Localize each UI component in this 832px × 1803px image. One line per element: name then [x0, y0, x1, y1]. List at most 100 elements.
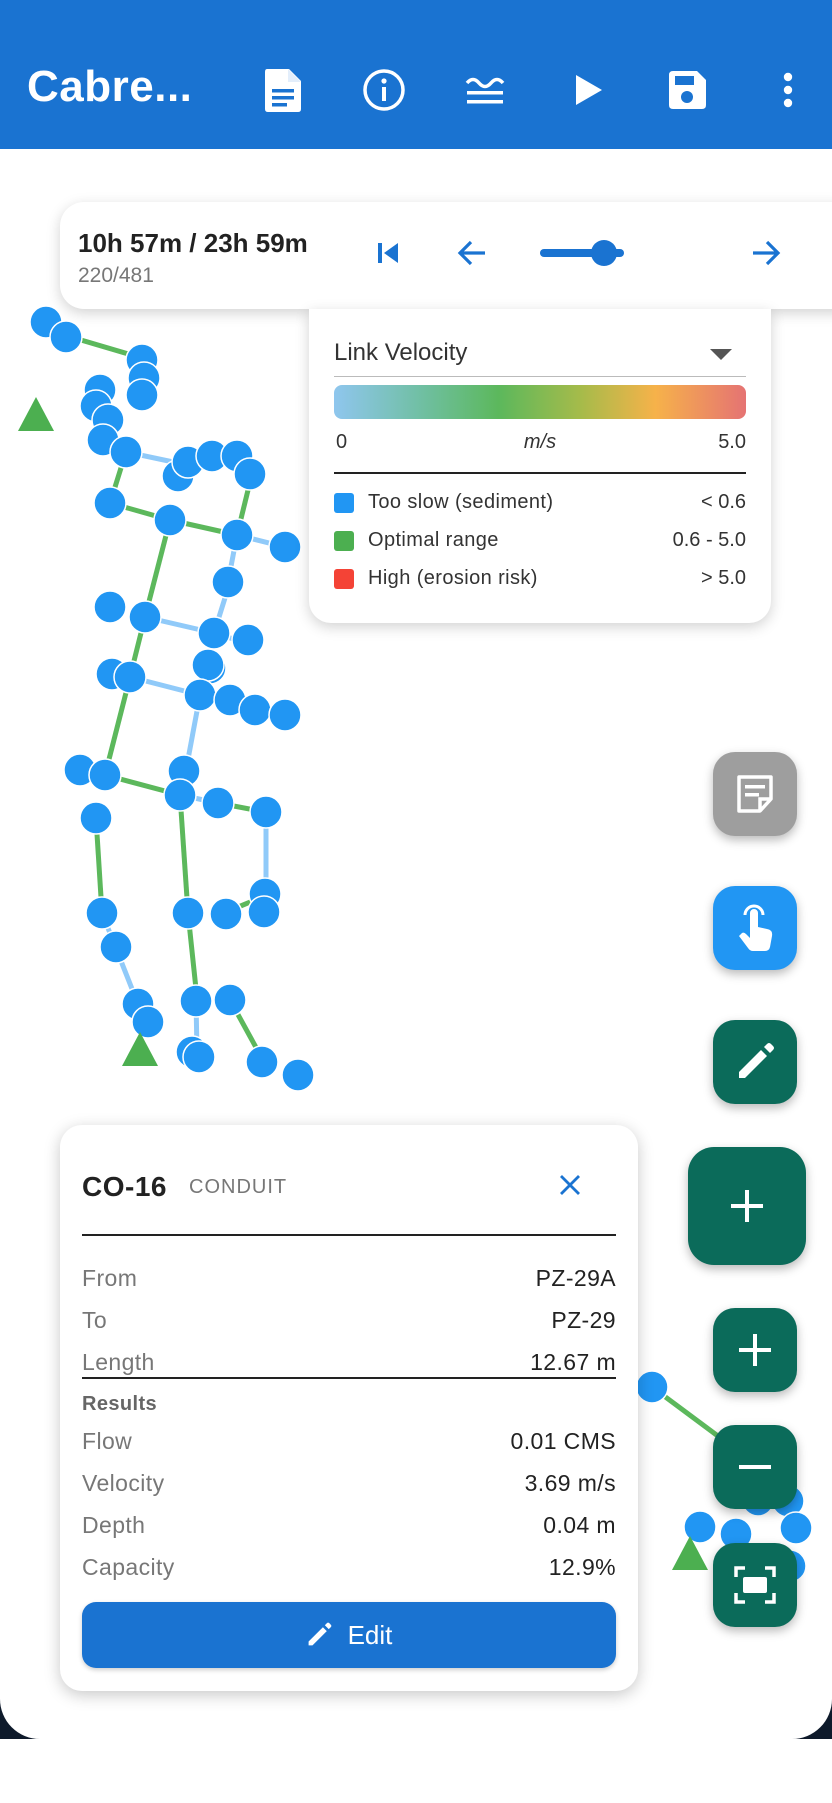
details-divider [82, 1234, 616, 1236]
fit-view-button[interactable] [713, 1543, 797, 1627]
legend-item-value: 0.6 - 5.0 [672, 529, 746, 551]
junction-node[interactable] [191, 648, 225, 682]
junction-node[interactable] [281, 1058, 315, 1092]
junction-node[interactable] [128, 600, 162, 634]
legend-divider [334, 472, 746, 474]
junction-node[interactable] [79, 801, 113, 835]
save-icon[interactable] [657, 60, 717, 120]
junction-node[interactable] [233, 457, 267, 491]
junction-node[interactable] [113, 660, 147, 694]
junction-node[interactable] [231, 623, 265, 657]
legend-item-label: High (erosion risk) [368, 567, 538, 589]
junction-node[interactable] [99, 930, 133, 964]
prop-value: 12.67 m [530, 1349, 616, 1375]
junction-node[interactable] [213, 983, 247, 1017]
close-icon[interactable] [550, 1165, 590, 1205]
prop-value: PZ-29A [535, 1265, 616, 1291]
play-icon[interactable] [558, 60, 618, 120]
results-divider [82, 1377, 616, 1379]
app-bar: Cabre... [0, 0, 832, 149]
zoom-out-button[interactable] [713, 1425, 797, 1509]
junction-node[interactable] [85, 896, 119, 930]
zoom-in-icon [739, 1334, 771, 1366]
junction-node[interactable] [197, 616, 231, 650]
junction-node[interactable] [635, 1370, 669, 1404]
result-value: 0.04 m [543, 1512, 616, 1538]
result-value: 3.69 m/s [524, 1470, 616, 1496]
time-slider-thumb[interactable] [591, 240, 618, 266]
junction-node[interactable] [201, 786, 235, 820]
junction-node[interactable] [49, 320, 83, 354]
legend-item-high: High (erosion risk) > 5.0 [334, 564, 746, 594]
result-label: Capacity [82, 1554, 175, 1580]
junction-node[interactable] [163, 778, 197, 812]
fit-screen-icon [734, 1566, 776, 1604]
color-gradient-bar [334, 385, 746, 419]
junction-node[interactable] [93, 590, 127, 624]
layer-select[interactable]: Link Velocity [334, 327, 746, 377]
junction-node[interactable] [125, 378, 159, 412]
zoom-in-button[interactable] [713, 1308, 797, 1392]
junction-node[interactable] [171, 896, 205, 930]
notes-button[interactable] [713, 752, 797, 836]
sim-time: 10h 57m / 23h 59m [78, 228, 308, 258]
legend-swatch [334, 569, 354, 589]
layer-select-value: Link Velocity [334, 339, 468, 366]
junction-node[interactable] [209, 897, 243, 931]
result-row-velocity: Velocity 3.69 m/s [82, 1470, 616, 1500]
result-value: 12.9% [548, 1554, 616, 1580]
pencil-icon [308, 1622, 331, 1646]
report-icon[interactable] [253, 60, 313, 120]
edit-mode-button[interactable] [713, 1020, 797, 1104]
step-back-icon[interactable] [447, 228, 497, 278]
junction-node[interactable] [93, 486, 127, 520]
junction-node[interactable] [238, 693, 272, 727]
prop-value: PZ-29 [551, 1307, 616, 1333]
junction-node[interactable] [249, 795, 283, 829]
prop-row-length: Length 12.67 m [82, 1349, 616, 1379]
legend-item-value: < 0.6 [700, 491, 746, 513]
junction-node[interactable] [268, 530, 302, 564]
gradient-scale: 0 m/s 5.0 [334, 431, 746, 457]
prop-label: Length [82, 1349, 155, 1375]
element-details-panel: CO-16 CONDUIT From PZ-29A To PZ-29 Lengt… [60, 1125, 638, 1691]
select-mode-button[interactable] [713, 886, 797, 970]
pencil-icon [739, 1043, 774, 1078]
skip-start-icon[interactable] [363, 228, 413, 278]
project-title[interactable]: Cabre... [27, 62, 192, 112]
junction-node[interactable] [182, 1040, 216, 1074]
junction-node[interactable] [88, 758, 122, 792]
junction-node[interactable] [683, 1510, 717, 1544]
junction-node[interactable] [183, 678, 217, 712]
prop-label: From [82, 1265, 138, 1291]
step-forward-icon[interactable] [741, 228, 791, 278]
edit-button[interactable]: Edit [82, 1602, 616, 1668]
element-id: CO-16 [82, 1171, 167, 1202]
more-vert-icon[interactable] [758, 60, 818, 120]
element-type: CONDUIT [189, 1176, 288, 1198]
junction-node[interactable] [247, 895, 281, 929]
junction-node[interactable] [131, 1005, 165, 1039]
results-heading: Results [82, 1393, 158, 1415]
junction-node[interactable] [268, 698, 302, 732]
junction-node[interactable] [109, 435, 143, 469]
legend-swatch [334, 493, 354, 513]
junction-node[interactable] [211, 565, 245, 599]
plus-icon [731, 1190, 763, 1222]
legend-item-value: > 5.0 [700, 567, 746, 589]
junction-node[interactable] [220, 518, 254, 552]
conduit-link[interactable] [177, 794, 191, 914]
junction-node[interactable] [779, 1511, 813, 1545]
info-icon[interactable] [354, 60, 414, 120]
result-row-capacity: Capacity 12.9% [82, 1554, 616, 1584]
layers-icon[interactable] [455, 60, 515, 120]
prop-row-to: To PZ-29 [82, 1307, 616, 1337]
add-element-button[interactable] [688, 1147, 806, 1265]
junction-node[interactable] [179, 984, 213, 1018]
notes-icon [737, 775, 773, 813]
junction-node[interactable] [153, 503, 187, 537]
outfall-marker[interactable] [18, 397, 54, 431]
junction-node[interactable] [245, 1045, 279, 1079]
bottom-area [0, 1739, 832, 1803]
scale-max: 5.0 [718, 431, 746, 453]
